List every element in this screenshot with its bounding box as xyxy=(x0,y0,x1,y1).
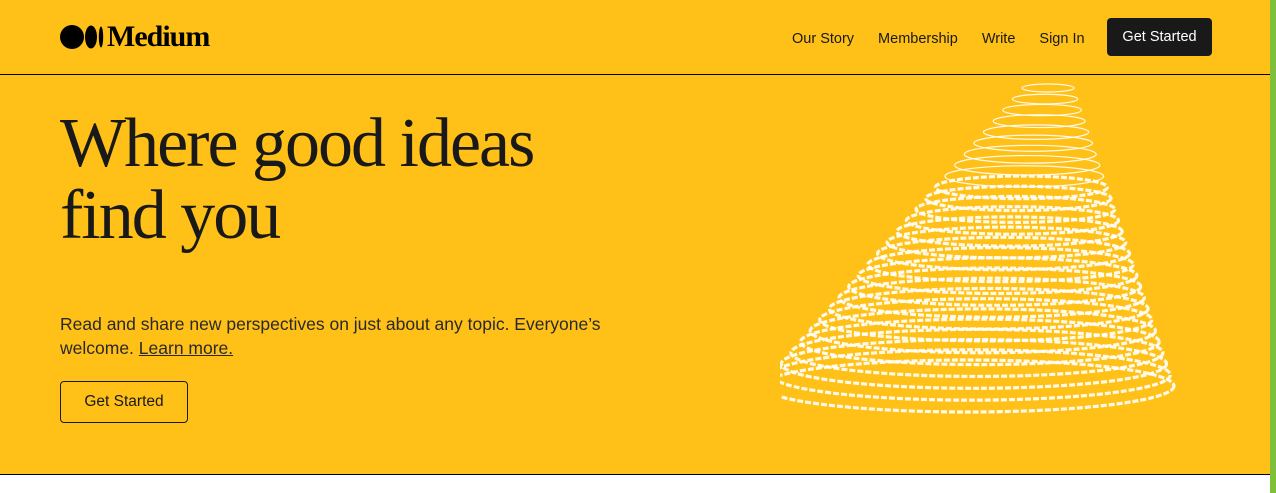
hero-get-started-button[interactable]: Get Started xyxy=(60,381,188,423)
word-cone-illustration xyxy=(780,83,1176,414)
nav-get-started-button[interactable]: Get Started xyxy=(1107,18,1212,56)
cone-ring xyxy=(973,134,1094,152)
hero-subtext: Read and share new perspectives on just … xyxy=(60,312,620,360)
learn-more-link[interactable]: Learn more. xyxy=(139,338,233,358)
nav-our-story-link[interactable]: Our Story xyxy=(792,31,854,47)
cone-ring xyxy=(1002,103,1083,117)
hero-headline: Where good ideas find you xyxy=(60,108,700,252)
medium-logo-icon xyxy=(60,25,104,49)
nav-links: Our Story Membership Write Sign In xyxy=(792,31,1109,47)
medium-logo[interactable]: Medium xyxy=(60,20,210,53)
side-strip xyxy=(1270,0,1276,493)
cone-ring xyxy=(789,327,1165,379)
top-navigation: Medium Our Story Membership Write Sign I… xyxy=(0,0,1270,75)
cone-ring xyxy=(1021,83,1075,93)
cone-ring xyxy=(963,144,1097,164)
nav-sign-in-link[interactable]: Sign In xyxy=(1039,31,1084,47)
headline-line-1: Where good ideas xyxy=(60,105,535,182)
hero-section: Medium Our Story Membership Write Sign I… xyxy=(0,0,1270,475)
nav-membership-link[interactable]: Membership xyxy=(878,31,958,47)
logo-wordmark: Medium xyxy=(107,20,210,53)
nav-write-link[interactable]: Write xyxy=(982,31,1016,47)
headline-line-2: find you xyxy=(60,177,281,254)
cone-ring xyxy=(1011,93,1079,105)
